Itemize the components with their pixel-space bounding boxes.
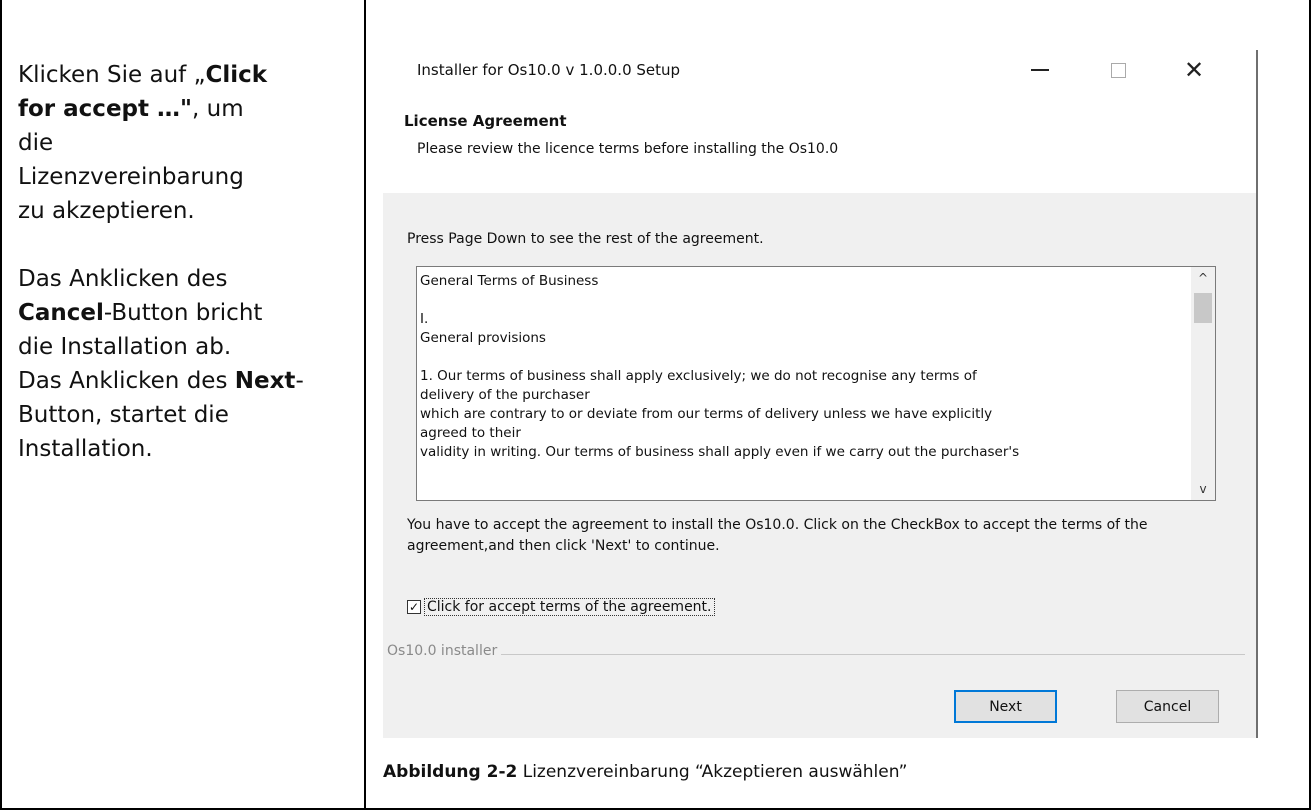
instruction-bold: Cancel — [18, 300, 104, 326]
license-text: General Terms of Business I. General pro… — [420, 273, 1020, 460]
group-divider — [387, 654, 1245, 655]
instruction-line: -Button bricht — [103, 300, 263, 326]
cancel-button[interactable]: Cancel — [1116, 690, 1219, 723]
caption-label: Abbildung 2-2 — [383, 762, 518, 782]
chevron-down-icon: v — [1199, 482, 1207, 496]
next-button[interactable]: Next — [954, 690, 1057, 723]
window-title: Installer for Os10.0 v 1.0.0.0 Setup — [417, 61, 681, 79]
license-scrollbar[interactable]: ^ v — [1191, 267, 1215, 500]
accept-checkbox[interactable]: ✓ — [407, 600, 421, 614]
instruction-line: die — [18, 130, 54, 156]
dialog-border — [1256, 50, 1258, 738]
maximize-icon — [1110, 62, 1126, 78]
accept-checkbox-label[interactable]: Click for accept terms of the agreement. — [424, 598, 715, 616]
check-icon: ✓ — [408, 600, 420, 614]
instruction-bold: Next — [234, 368, 296, 394]
scroll-up-button[interactable]: ^ — [1191, 267, 1215, 289]
instruction-line: Klicken Sie auf „ — [18, 62, 206, 88]
close-icon: ✕ — [1183, 56, 1205, 84]
instruction-bold: Click — [205, 62, 268, 88]
accept-checkbox-row[interactable]: ✓ Click for accept terms of the agreemen… — [407, 598, 715, 616]
table-divider — [364, 0, 366, 810]
instruction-line: Installation. — [18, 436, 153, 462]
accept-instructions: You have to accept the agreement to inst… — [407, 517, 1148, 554]
close-button[interactable]: ✕ — [1171, 50, 1217, 90]
chevron-up-icon: ^ — [1197, 271, 1209, 285]
maximize-button[interactable] — [1095, 50, 1141, 90]
scroll-down-button[interactable]: v — [1191, 478, 1215, 500]
license-textbox[interactable]: General Terms of Business I. General pro… — [416, 266, 1216, 501]
figure-caption: Abbildung 2-2 Lizenzvereinbarung “Akzept… — [383, 762, 907, 782]
header-title: License Agreement — [404, 112, 567, 130]
minimize-icon — [1031, 69, 1049, 71]
instruction-line: Das Anklicken des — [18, 368, 235, 394]
instruction-line: , um — [192, 96, 244, 122]
instruction-line: die Installation ab. — [18, 334, 232, 360]
dialog-body: Press Page Down to see the rest of the a… — [383, 193, 1258, 738]
page-down-hint: Press Page Down to see the rest of the a… — [407, 231, 764, 247]
instruction-bold: for accept …" — [18, 96, 192, 122]
scroll-thumb[interactable] — [1194, 293, 1212, 323]
instruction-line: zu akzeptieren. — [18, 198, 195, 224]
header-subtitle: Please review the licence terms before i… — [417, 141, 839, 157]
title-bar[interactable]: Installer for Os10.0 v 1.0.0.0 Setup ✕ — [383, 50, 1258, 90]
minimize-button[interactable] — [1017, 50, 1063, 90]
instruction-line: Button, startet die — [18, 402, 229, 428]
instruction-line: Das Anklicken des — [18, 266, 228, 292]
installer-dialog: Installer for Os10.0 v 1.0.0.0 Setup ✕ L… — [383, 50, 1258, 738]
caption-text: Lizenzvereinbarung “Akzeptieren auswähle… — [517, 762, 908, 782]
instruction-line: Lizenzvereinbarung — [18, 164, 244, 190]
instruction-line: - — [295, 368, 304, 394]
table-border-left — [0, 0, 2, 810]
instruction-text: Klicken Sie auf „Click for accept …", um… — [18, 58, 363, 466]
installer-group-label: Os10.0 installer — [387, 643, 502, 659]
